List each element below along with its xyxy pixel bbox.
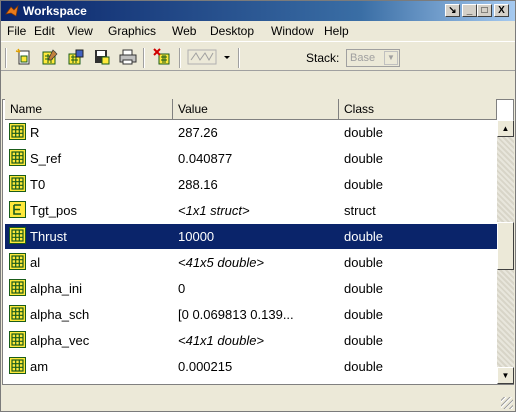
delete-icon[interactable] — [153, 48, 171, 66]
status-bar — [1, 387, 515, 411]
variable-value: 10000 — [178, 229, 215, 244]
variable-class: struct — [344, 203, 376, 218]
variable-class: double — [344, 281, 384, 296]
array-icon — [9, 149, 26, 166]
array-icon — [9, 279, 26, 296]
table-row[interactable]: al <41x5 double> double — [5, 250, 497, 275]
variable-name: Tgt_pos — [30, 203, 77, 218]
variable-name: alpha_vec — [30, 333, 90, 348]
table-row[interactable]: alpha_ini 0 double — [5, 276, 497, 301]
chevron-down-icon[interactable]: ▼ — [384, 51, 398, 65]
variable-value: <1x1 struct> — [178, 203, 250, 218]
save-workspace-icon[interactable] — [93, 48, 111, 66]
table-row[interactable]: T0 288.16 double — [5, 172, 497, 197]
scroll-down-icon[interactable]: ▼ — [497, 367, 514, 384]
menu-help[interactable]: Help — [324, 24, 349, 38]
workspace-window: Workspace ↘ _ □ X File Edit View Graphic… — [0, 0, 516, 412]
variable-class: double — [344, 125, 384, 140]
variable-name: R — [30, 125, 40, 140]
toolbar-separator — [143, 48, 145, 68]
variable-value: <41x5 double> — [178, 255, 265, 270]
undock-button[interactable]: ↘ — [445, 4, 460, 17]
struct-icon — [9, 201, 26, 218]
column-value[interactable]: Value — [173, 99, 339, 120]
plot-dropdown-icon[interactable] — [222, 48, 232, 66]
array-icon — [9, 305, 26, 322]
vertical-scrollbar[interactable]: ▲ ▼ — [497, 120, 514, 384]
menu-window[interactable]: Window — [271, 24, 314, 38]
stack-label: Stack: — [306, 51, 340, 65]
table-row[interactable]: Tgt_pos <1x1 struct> struct — [5, 198, 497, 223]
stack-select[interactable]: Base ▼ — [346, 49, 400, 67]
variable-value: 0.000215 — [178, 359, 233, 374]
variable-class: double — [344, 255, 384, 270]
table-row[interactable]: am 0.000215 double — [5, 354, 497, 379]
menu-view[interactable]: View — [67, 24, 93, 38]
variable-value: <41x1 double> — [178, 333, 265, 348]
variable-value: 0 — [178, 281, 186, 296]
print-icon[interactable] — [119, 48, 137, 66]
open-variable-icon[interactable] — [41, 48, 59, 66]
menu-graphics[interactable]: Graphics — [108, 24, 156, 38]
variable-value: [0 0.069813 0.139... — [178, 307, 294, 322]
variable-value: 0.040877 — [178, 151, 233, 166]
resize-grip-icon[interactable] — [501, 397, 513, 409]
scroll-up-icon[interactable]: ▲ — [497, 120, 514, 137]
variable-name: alpha_sch — [30, 307, 90, 322]
variable-name: al — [30, 255, 41, 270]
maximize-button[interactable]: □ — [477, 4, 492, 17]
menu-file[interactable]: File — [7, 24, 26, 38]
table-row[interactable]: Thrust 10000 double — [5, 224, 497, 249]
variable-value: 287.26 — [178, 125, 218, 140]
menu-bar: File Edit View Graphics Web Desktop Wind… — [1, 21, 515, 41]
array-icon — [9, 331, 26, 348]
table-row[interactable]: alpha_vec <41x1 double> double — [5, 328, 497, 353]
variable-name: Thrust — [30, 229, 67, 244]
minimize-button[interactable]: _ — [462, 4, 477, 17]
scroll-track[interactable] — [497, 137, 514, 367]
variable-class: double — [344, 307, 384, 322]
title-bar[interactable]: Workspace ↘ _ □ X — [1, 1, 515, 21]
toolbar-separator — [238, 48, 240, 68]
menu-desktop[interactable]: Desktop — [210, 24, 254, 38]
matlab-icon — [5, 4, 19, 17]
column-class[interactable]: Class — [339, 99, 497, 120]
variable-value: 288.16 — [178, 177, 218, 192]
variable-class: double — [344, 151, 384, 166]
array-icon — [9, 253, 26, 270]
new-variable-icon[interactable] — [15, 48, 33, 66]
variable-name: alpha_ini — [30, 281, 83, 296]
array-icon — [9, 123, 26, 140]
variable-class: double — [344, 359, 384, 374]
load-data-icon[interactable] — [67, 48, 85, 66]
array-icon — [9, 357, 26, 374]
variable-name: T0 — [30, 177, 46, 192]
scroll-thumb[interactable] — [497, 222, 514, 270]
table-row[interactable]: alpha_sch [0 0.069813 0.139... double — [5, 302, 497, 327]
window-title: Workspace — [23, 4, 87, 18]
menu-edit[interactable]: Edit — [34, 24, 55, 38]
variable-class: double — [344, 333, 384, 348]
toolbar: Stack: Base ▼ — [1, 41, 515, 71]
array-icon — [9, 227, 26, 244]
stack-value: Base — [350, 52, 376, 64]
column-name[interactable]: Name — [5, 99, 173, 120]
toolbar-separator — [179, 48, 181, 68]
table-row[interactable]: R 287.26 double — [5, 120, 497, 145]
variable-name: am — [30, 359, 49, 374]
menu-web[interactable]: Web — [172, 24, 196, 38]
toolbar-separator — [5, 48, 7, 68]
array-icon — [9, 175, 26, 192]
table-header: Name Value Class — [5, 99, 497, 120]
variable-class: double — [344, 177, 384, 192]
variable-name: S_ref — [30, 151, 62, 166]
close-button[interactable]: X — [494, 4, 509, 17]
plot-icon[interactable] — [187, 48, 217, 66]
table-row[interactable]: S_ref 0.040877 double — [5, 146, 497, 171]
variable-class: double — [344, 229, 384, 244]
